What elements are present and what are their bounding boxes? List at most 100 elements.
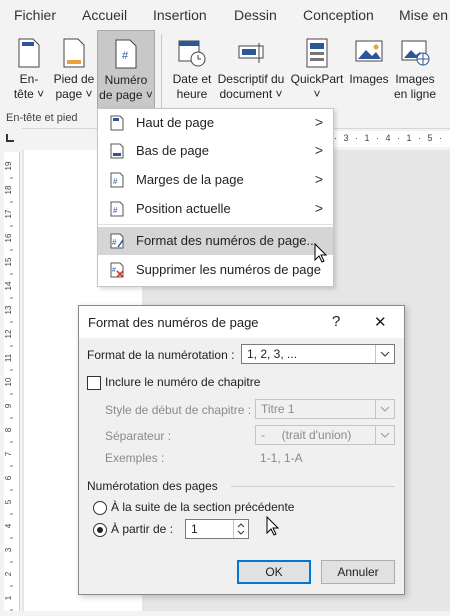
- chevron-right-icon: >: [314, 142, 323, 158]
- images-button[interactable]: Images: [346, 30, 392, 110]
- examples-label: Exemples :: [105, 451, 165, 465]
- page-margins-icon: #: [110, 172, 124, 188]
- vertical-ruler[interactable]: 19 18 17 16 15 14 13 12 11 10 9 8 7 6 5 4 3 2 1: [4, 152, 20, 611]
- ok-button[interactable]: OK: [237, 560, 311, 584]
- page-number-icon: #: [115, 39, 137, 69]
- chevron-right-icon: >: [314, 200, 323, 216]
- ruler-number: 17: [4, 209, 13, 218]
- header-button[interactable]: En-tête ˅: [8, 30, 50, 110]
- svg-text:#: #: [122, 50, 129, 62]
- menu-item-remove-page-numbers[interactable]: # Supprimer les numéros de page: [98, 256, 333, 284]
- ruler-number: 7: [4, 451, 13, 456]
- current-position-icon: #: [110, 201, 124, 217]
- start-at-radio[interactable]: [93, 523, 107, 537]
- footer-button[interactable]: Pied de page ˅: [50, 30, 98, 110]
- examples-value: 1-1, 1-A: [260, 451, 303, 465]
- page-number-menu: Haut de page > Bas de page > # Marges de l…: [97, 108, 334, 287]
- ruler-number: 14: [4, 281, 13, 290]
- radio-selected-dot: [97, 527, 103, 533]
- online-image-icon: [401, 40, 430, 66]
- close-button[interactable]: ✕: [374, 313, 387, 331]
- svg-text:#: #: [113, 206, 118, 215]
- ruler-number: 3: [4, 547, 13, 552]
- format-label: Format de la numérotation :: [87, 348, 235, 362]
- tab-mise-en-page[interactable]: Mise en: [399, 7, 448, 23]
- ruler-number: 9: [4, 403, 13, 408]
- continue-radio[interactable]: [93, 501, 107, 515]
- numbering-group-label: Numérotation des pages: [87, 479, 218, 493]
- help-button[interactable]: ?: [332, 313, 340, 330]
- chapter-style-select[interactable]: Titre 1: [255, 399, 395, 419]
- chevron-down-icon: [375, 345, 394, 363]
- tab-dessin[interactable]: Dessin: [234, 7, 277, 23]
- group-label-header-footer: En-tête et pied: [6, 112, 78, 124]
- remove-page-numbers-icon: #: [110, 262, 124, 278]
- menu-item-page-margins[interactable]: # Marges de la page >: [98, 166, 333, 194]
- ruler-number: 11: [4, 353, 13, 362]
- online-images-button[interactable]: Images en ligne: [392, 30, 438, 110]
- svg-text:#: #: [113, 177, 118, 186]
- number-format-select[interactable]: 1, 2, 3, ...: [241, 344, 395, 364]
- dialog-title: Format des numéros de page: [88, 315, 259, 330]
- spinner-arrows-icon[interactable]: [233, 520, 248, 538]
- ruler-number: 4: [4, 523, 13, 528]
- tab-conception[interactable]: Conception: [303, 7, 374, 23]
- document-property-button[interactable]: Descriptif du document ˅: [214, 30, 288, 110]
- document-property-icon: [238, 43, 264, 63]
- menu-separator: [98, 224, 333, 225]
- separator-label: Séparateur :: [105, 429, 172, 443]
- chapter-style-label: Style de début de chapitre :: [105, 403, 252, 417]
- start-at-label: À partir de :: [111, 522, 174, 536]
- calendar-clock-icon: [178, 40, 206, 67]
- ruler-number: 18: [4, 185, 13, 194]
- tab-fichier[interactable]: Fichier: [14, 7, 56, 23]
- ruler-number: 15: [4, 257, 13, 266]
- ruler-tab-selector[interactable]: [0, 128, 22, 150]
- ruler-number: 6: [4, 475, 13, 480]
- svg-text:#: #: [112, 238, 117, 247]
- ruler-number: 19: [4, 161, 13, 170]
- tab-accueil[interactable]: Accueil: [82, 7, 127, 23]
- ruler-number: 16: [4, 233, 13, 242]
- ruler-number: 5: [4, 499, 13, 504]
- include-chapter-checkbox[interactable]: [87, 376, 101, 390]
- quickpart-button[interactable]: QuickPart ˅: [290, 30, 344, 110]
- page-bottom-icon: [110, 143, 124, 159]
- ruler-number: 12: [4, 329, 13, 338]
- ruler-number: 1: [4, 595, 13, 600]
- svg-text:#: #: [112, 267, 116, 274]
- chevron-right-icon: >: [314, 114, 323, 130]
- chevron-down-icon: [375, 400, 394, 418]
- ruler-number: 8: [4, 427, 13, 432]
- vertical-ruler-ticks: 19 18 17 16 15 14 13 12 11 10 9 8 7 6 5 4 3 2 1: [4, 161, 13, 611]
- include-chapter-label: Inclure le numéro de chapitre: [105, 375, 261, 389]
- start-at-spinner[interactable]: 1: [185, 519, 249, 539]
- cancel-button[interactable]: Annuler: [321, 560, 395, 584]
- menu-item-top-of-page[interactable]: Haut de page >: [98, 109, 333, 137]
- tab-stop-icon: [6, 134, 14, 142]
- ruler-number: 13: [4, 305, 13, 314]
- dialog-title-bar: Format des numéros de page ? ✕: [79, 306, 404, 338]
- ruler-number: 10: [4, 377, 13, 386]
- format-page-numbers-dialog: Format des numéros de page ? ✕ Format de…: [78, 305, 405, 595]
- horizontal-ruler[interactable]: · 3 · 1 · 4 · 1 · 5 ·: [330, 131, 450, 147]
- start-at-value[interactable]: 1: [191, 522, 198, 536]
- menu-item-current-position[interactable]: # Position actuelle >: [98, 195, 333, 223]
- ruler-number: 2: [4, 571, 13, 576]
- menu-item-format-page-numbers[interactable]: # Format des numéros de page...: [98, 227, 333, 255]
- mouse-cursor-icon: [314, 243, 328, 263]
- chevron-right-icon: >: [314, 171, 323, 187]
- quickpart-icon: [306, 38, 328, 68]
- page-top-icon: [110, 115, 124, 131]
- group-divider: [231, 486, 395, 487]
- separator-select[interactable]: - (trait d'union): [255, 425, 395, 445]
- mouse-cursor-icon: [266, 516, 280, 536]
- header-icon: [18, 38, 40, 68]
- footer-icon: [63, 38, 85, 68]
- chevron-down-icon: [375, 426, 394, 444]
- menu-item-bottom-of-page[interactable]: Bas de page >: [98, 137, 333, 165]
- ribbon-separator: [161, 34, 162, 118]
- tab-insertion[interactable]: Insertion: [153, 7, 207, 23]
- page-number-button[interactable]: # Numéro de page ˅: [97, 30, 155, 110]
- date-time-button[interactable]: Date et heure: [170, 30, 214, 110]
